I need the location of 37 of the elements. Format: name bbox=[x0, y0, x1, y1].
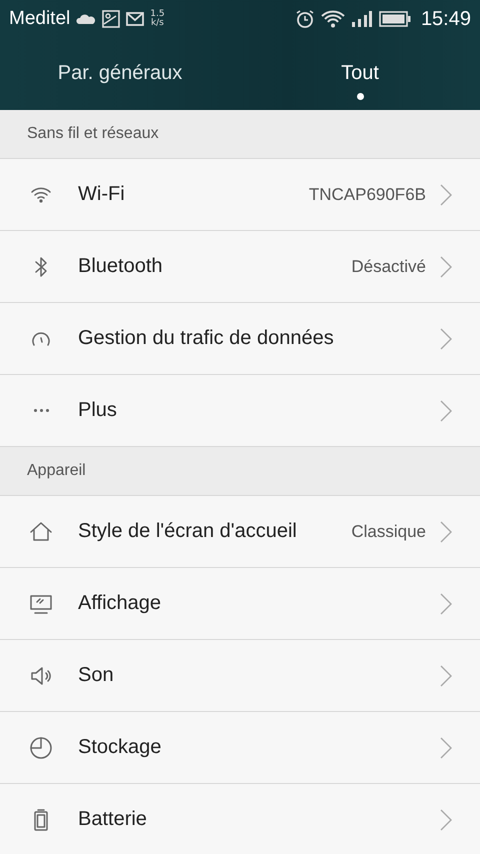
setting-value: Désactivé bbox=[351, 256, 426, 276]
tab[interactable]: Par. généraux bbox=[0, 38, 240, 110]
wifi-icon bbox=[320, 10, 345, 28]
alarm-icon bbox=[294, 9, 315, 29]
network-speed: 1.5 k/s bbox=[150, 10, 165, 28]
chevron-icon bbox=[440, 808, 452, 830]
setting-value: TNCAP690F6B bbox=[308, 184, 426, 204]
setting-label: Affichage bbox=[78, 592, 162, 615]
chevron-icon bbox=[440, 328, 452, 350]
image-icon bbox=[102, 10, 120, 28]
clock-time: 15:49 bbox=[420, 8, 471, 30]
more-icon bbox=[34, 409, 48, 412]
setting-value: Classique bbox=[351, 522, 426, 542]
setting-label: Gestion du trafic de données bbox=[78, 327, 335, 350]
mail-icon bbox=[126, 12, 144, 26]
tab[interactable]: Tout bbox=[240, 38, 480, 110]
battery-icon bbox=[378, 11, 411, 27]
setting-label: Stockage bbox=[78, 736, 162, 759]
setting-label: Son bbox=[78, 664, 115, 687]
carrier-name: Meditel bbox=[9, 8, 70, 30]
chevron-icon bbox=[440, 400, 452, 422]
chevron-icon bbox=[440, 256, 452, 278]
cloud-icon bbox=[76, 13, 96, 25]
pie-chart-icon bbox=[28, 734, 54, 760]
section-title: Sans fil et réseaux bbox=[27, 125, 159, 143]
setting-label: Batterie bbox=[78, 808, 148, 831]
setting-label: Style de l'écran d'accueil bbox=[78, 520, 298, 543]
setting-label: Plus bbox=[78, 399, 118, 422]
signal-icon bbox=[350, 10, 373, 28]
chevron-icon bbox=[440, 664, 452, 686]
chevron-icon bbox=[440, 184, 452, 206]
chevron-icon bbox=[440, 736, 452, 758]
chevron-icon bbox=[440, 520, 452, 542]
section-title: Appareil bbox=[27, 462, 86, 480]
setting-label: Bluetooth bbox=[78, 255, 164, 278]
chevron-icon bbox=[440, 592, 452, 614]
setting-label: Wi-Fi bbox=[78, 183, 126, 206]
